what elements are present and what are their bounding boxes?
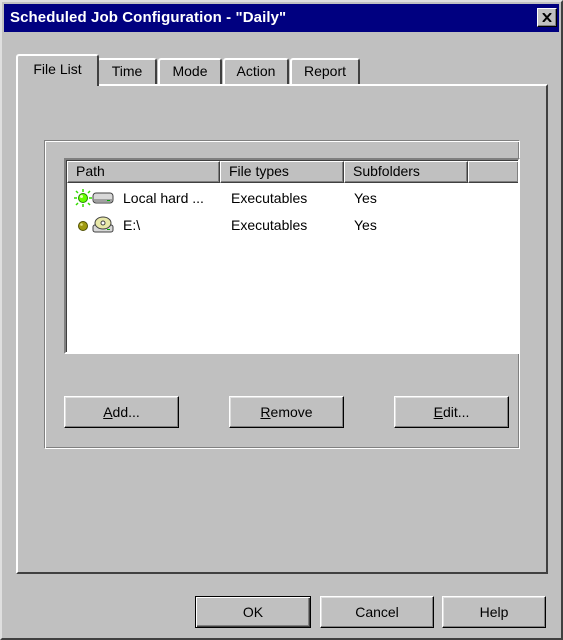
remove-button[interactable]: Remove <box>229 396 344 428</box>
cd-drive-icon <box>92 216 114 233</box>
cancel-button[interactable]: Cancel <box>320 596 434 628</box>
close-button[interactable] <box>537 8 557 27</box>
file-types-cell: Executables <box>231 217 308 233</box>
file-list-view[interactable]: Path File types Subfolders Local hard ..… <box>64 158 520 354</box>
subfolders-cell: Yes <box>354 217 377 233</box>
help-button[interactable]: Help <box>442 596 546 628</box>
column-header-file-types[interactable]: File types <box>220 161 344 183</box>
button-label: dd... <box>112 404 140 420</box>
button-label: dit... <box>442 404 470 420</box>
accelerator-key: E <box>433 404 443 420</box>
tab-mode[interactable]: Mode <box>158 58 222 84</box>
status-inactive-dot-icon <box>78 221 88 231</box>
tab-report[interactable]: Report <box>290 58 360 84</box>
hard-drive-icon <box>92 192 114 204</box>
tab-label: Mode <box>172 63 208 79</box>
close-icon <box>542 13 552 22</box>
status-active-bulb-icon <box>74 189 92 207</box>
path-cell: Local hard ... <box>123 190 204 206</box>
list-header: Path File types Subfolders <box>67 161 518 183</box>
tab-time[interactable]: Time <box>97 58 157 84</box>
tab-label: File List <box>33 61 82 77</box>
file-types-cell: Executables <box>231 190 308 206</box>
path-cell: E:\ <box>123 217 141 233</box>
button-label: emove <box>270 404 313 420</box>
column-header-subfolders[interactable]: Subfolders <box>344 161 468 183</box>
title-bar[interactable]: Scheduled Job Configuration - "Daily" <box>4 4 559 32</box>
tab-label: Report <box>303 63 347 79</box>
ok-button[interactable]: OK <box>195 596 311 628</box>
column-label: Subfolders <box>353 163 420 179</box>
accelerator-key: R <box>260 404 271 420</box>
add-button[interactable]: Add... <box>64 396 179 428</box>
column-header-path[interactable]: Path <box>67 161 220 183</box>
accelerator-key: A <box>103 404 113 420</box>
tab-file-list[interactable]: File List <box>16 54 99 86</box>
button-label: OK <box>242 604 264 620</box>
tab-action[interactable]: Action <box>223 58 289 84</box>
column-label: File types <box>229 163 289 179</box>
window-title: Scheduled Job Configuration - "Daily" <box>10 9 287 26</box>
edit-button[interactable]: Edit... <box>394 396 509 428</box>
button-label: Cancel <box>355 604 399 620</box>
button-label: Help <box>479 604 509 620</box>
list-item[interactable]: Local hard ... Executables Yes <box>67 187 518 211</box>
column-label: Path <box>76 163 105 179</box>
subfolders-cell: Yes <box>354 190 377 206</box>
tab-label: Time <box>111 63 143 79</box>
tab-label: Action <box>236 63 276 79</box>
list-item[interactable]: E:\ Executables Yes <box>67 214 518 238</box>
column-header-filler <box>468 161 518 183</box>
